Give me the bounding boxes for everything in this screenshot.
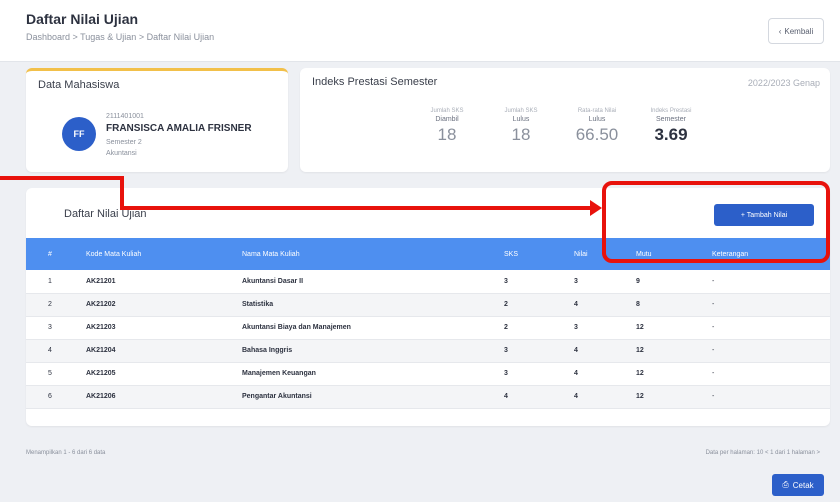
breadcrumb: Dashboard > Tugas & Ujian > Daftar Nilai… [26,32,215,42]
table-row: 5 AK21205 Manajemen Keuangan 3 4 12 - [26,362,830,385]
table-cell: - [712,370,715,377]
table-cell: AK21205 [86,370,116,377]
stat-rata-rata: Rata-rata Nilai Lulus 66.50 [562,108,632,145]
stat-value: 66.50 [575,125,619,144]
table-cell: 1 [48,277,52,285]
table-cell: AK21201 [86,277,116,285]
stat-label: Jumlah SKS [504,108,538,114]
table-cell: Akuntansi Biaya dan Manajemen [242,324,351,331]
printer-icon: ⎙ [782,480,789,489]
grades-table: # Kode Mata Kuliah Nama Mata Kuliah SKS … [26,238,830,409]
column-header: SKS [504,250,519,258]
table-cell: 2 [504,301,508,308]
student-name: FRANSISCA AMALIA FRISNER [106,123,252,134]
stat-ips: Indeks Prestasi Semester 3.69 [636,108,706,145]
table-cell: 3 [574,277,578,285]
stat-label: Indeks Prestasi [650,108,692,114]
page-header: Daftar Nilai Ujian Dashboard > Tugas & U… [0,0,840,62]
stat-sublabel: Diambil [435,116,459,123]
student-card-title: Data Mahasiswa [38,79,120,91]
ips-card-title: Indeks Prestasi Semester [312,76,438,88]
table-cell: 4 [574,301,578,308]
page-title: Daftar Nilai Ujian [26,11,139,27]
stat-label: Rata-rata Nilai [577,108,617,114]
table-cell: AK21203 [86,324,116,331]
table-cell: - [712,324,715,331]
table-cell: 8 [636,301,640,308]
table-cell: Akuntansi Dasar II [242,277,304,285]
table-cell: Manajemen Keuangan [242,370,316,377]
annotation-arrowhead [590,200,602,216]
table-cell: AK21204 [86,347,116,354]
arrow-left-icon: ‹ [778,26,782,36]
table-cell: - [712,393,715,400]
column-header: # [48,250,52,258]
table-cell: 3 [504,370,508,377]
table-cell: - [712,301,715,308]
table-cell: AK21206 [86,393,116,400]
back-button[interactable]: ‹ Kembali [768,18,824,44]
pagination-info: Menampilkan 1 - 6 dari 6 data [26,450,106,456]
table-cell: Pengantar Akuntansi [242,393,312,400]
stat-value: 18 [511,125,531,144]
table-cell: 4 [48,347,52,354]
table-cell: - [712,347,715,354]
table-cell: 6 [48,393,52,400]
period-label: 2022/2023 Genap [747,78,820,88]
annotation-arrow-line [0,176,124,180]
table-row: 3 AK21203 Akuntansi Biaya dan Manajemen … [26,316,830,339]
student-program: Akuntansi [106,150,137,157]
table-cell: 3 [574,324,578,331]
table-row: 2 AK21202 Statistika 2 4 8 - [26,293,830,316]
table-cell: 4 [574,370,578,377]
stat-value: 18 [437,125,457,144]
pagination-controls[interactable]: Data per halaman: 10 < 1 dari 1 halaman … [706,450,820,456]
table-cell: AK21202 [86,301,116,308]
print-button[interactable]: ⎙ Cetak [772,474,824,496]
table-cell: 3 [504,347,508,354]
student-card: Data Mahasiswa FF 2111401001 FRANSISCA A… [26,68,288,172]
table-cell: 3 [504,277,508,285]
table-row: 4 AK21204 Bahasa Inggris 3 4 12 - [26,339,830,362]
column-header: Nama Mata Kuliah [242,250,300,258]
table-cell: 3 [48,324,52,331]
table-cell: - [712,277,715,285]
table-row: 1 AK21201 Akuntansi Dasar II 3 3 9 - [26,270,830,293]
table-cell: Bahasa Inggris [242,347,293,354]
annotation-arrow-line [120,176,124,210]
annotation-arrow-line [120,206,596,210]
back-button-label: Kembali [784,26,814,36]
avatar: FF [62,117,96,151]
table-cell: Statistika [242,301,274,308]
annotation-highlight-box [602,181,830,263]
student-nim: 2111401001 [106,113,144,120]
student-semester: Semester 2 [106,139,142,146]
ips-card: Indeks Prestasi Semester 2022/2023 Genap… [300,68,830,172]
table-cell: 9 [636,277,640,285]
stat-sks-lulus: Jumlah SKS Lulus 18 [486,108,556,145]
stat-sublabel: Lulus [512,116,530,123]
stat-sks-diambil: Jumlah SKS Diambil 18 [412,108,482,145]
table-cell: 12 [636,324,644,331]
table-cell: 12 [636,347,644,354]
stat-sublabel: Semester [656,116,686,123]
column-header: Kode Mata Kuliah [86,250,142,258]
table-cell: 12 [636,393,644,400]
stat-label: Jumlah SKS [430,108,464,114]
table-cell: 2 [504,324,508,331]
table-cell: 5 [48,370,52,377]
stat-sublabel: Lulus [588,116,606,123]
table-cell: 2 [48,301,52,308]
table-cell: 4 [574,393,578,400]
table-cell: 12 [636,370,644,377]
table-cell: 4 [574,347,578,354]
table-cell: 4 [504,393,508,400]
table-row: 6 AK21206 Pengantar Akuntansi 4 4 12 - [26,385,830,408]
print-button-label: Cetak [792,480,814,490]
stat-value: 3.69 [654,125,688,144]
